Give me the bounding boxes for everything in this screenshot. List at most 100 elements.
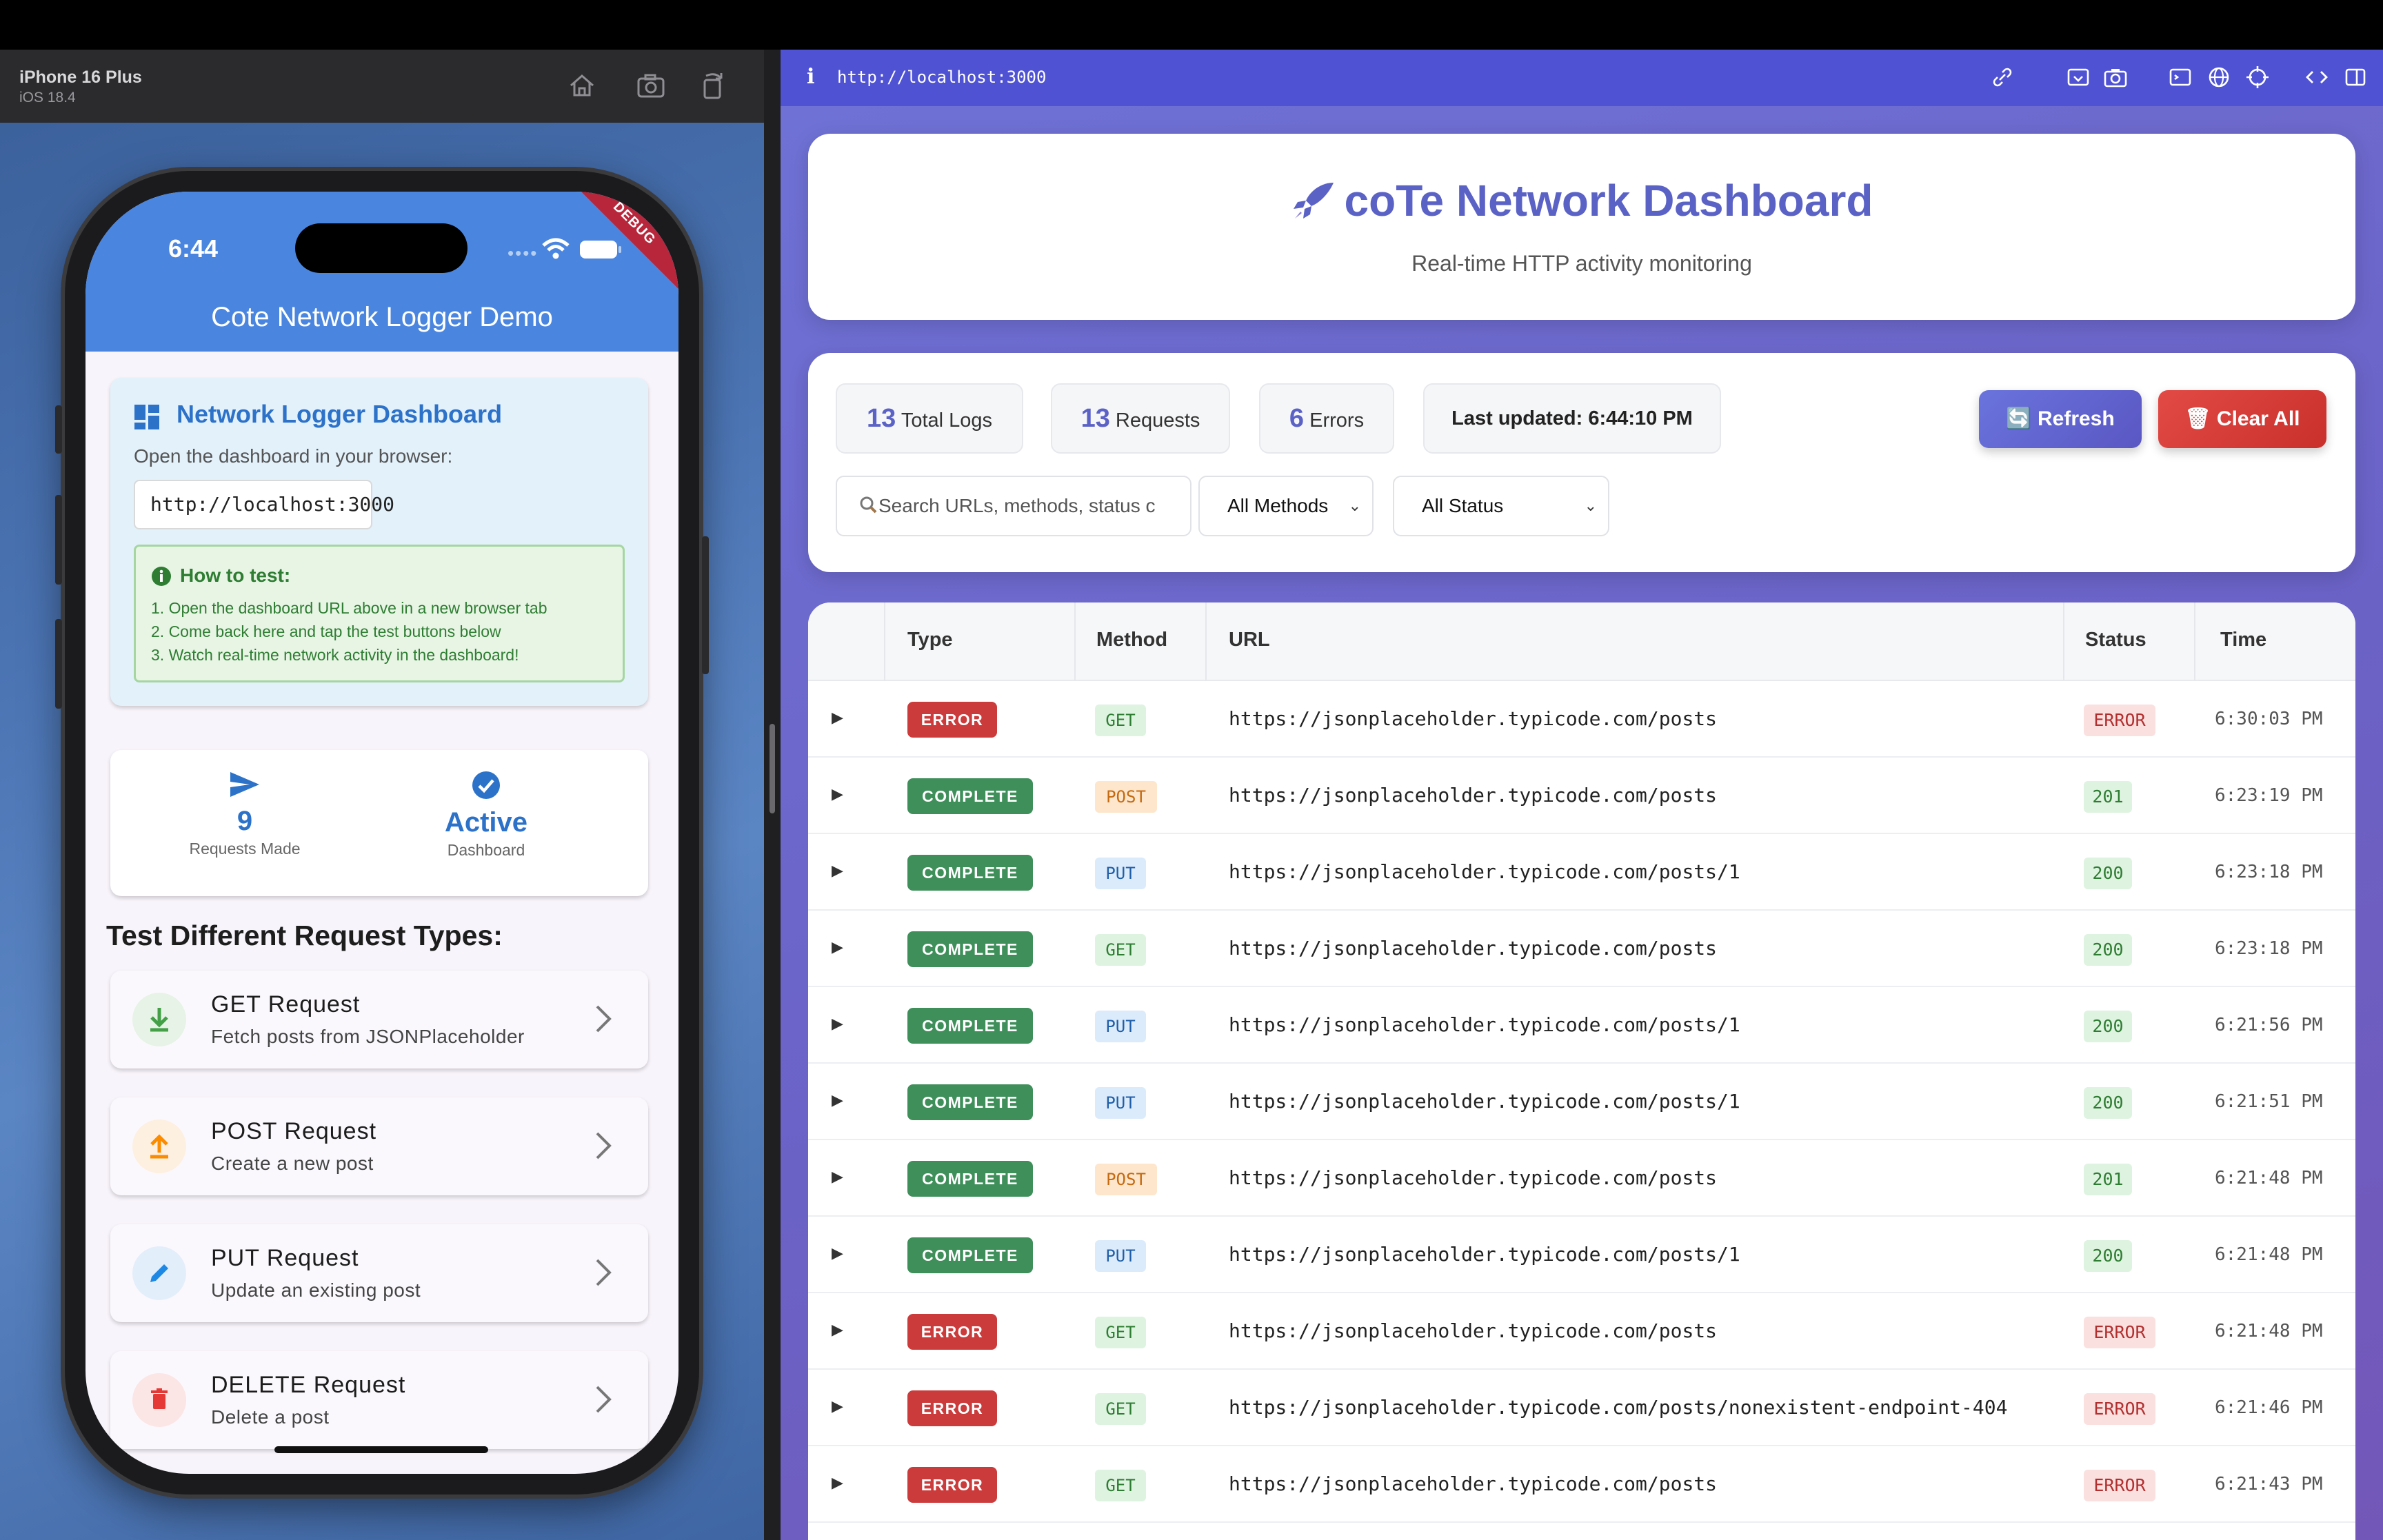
app-bar: 6:44 •••• DEBUG Cote Network Logger Demo <box>86 192 678 352</box>
delete-request-button[interactable]: DELETE Request Delete a post <box>110 1351 648 1449</box>
howto-box: How to test: 1. Open the dashboard URL a… <box>134 545 625 682</box>
table-row[interactable]: ▶ COMPLETE POST https://jsonplaceholder.typ… <box>808 1140 2355 1217</box>
total-logs-label: Total Logs <box>901 409 993 432</box>
dashboard-card-title: Network Logger Dashboard <box>177 400 503 428</box>
simulator-toolbar: iPhone 16 Plus iOS 18.4 <box>0 50 764 123</box>
method-badge: POST <box>1095 781 1157 813</box>
dashboard-icon <box>134 405 159 429</box>
request-time: 6:21:56 PM <box>2215 1015 2323 1035</box>
link-icon[interactable] <box>1989 63 2016 91</box>
globe-icon[interactable] <box>2205 63 2233 91</box>
screenshot-icon[interactable] <box>634 69 667 102</box>
expand-row-icon[interactable]: ▶ <box>832 1321 843 1339</box>
screenshot-icon[interactable] <box>2064 63 2092 91</box>
iphone-frame: 6:44 •••• DEBUG Cote Network Logger Demo <box>55 171 709 1495</box>
request-url: https://jsonplaceholder.typicode.com/pos… <box>1229 860 1740 883</box>
request-url: https://jsonplaceholder.typicode.com/pos… <box>1229 1396 2008 1419</box>
info-icon <box>152 567 171 586</box>
table-row[interactable]: ▶ ERROR GET https://jsonplaceholder.typicod… <box>808 681 2355 758</box>
table-row[interactable]: ▶ ERROR GET https://jsonplaceholder.typicod… <box>808 1293 2355 1370</box>
request-url: https://jsonplaceholder.typicode.com/pos… <box>1229 1243 1740 1266</box>
post-request-button[interactable]: POST Request Create a new post <box>110 1097 648 1195</box>
expand-row-icon[interactable]: ▶ <box>832 1244 843 1262</box>
put-request-button[interactable]: PUT Request Update an existing post <box>110 1224 648 1322</box>
column-type[interactable]: Type <box>907 629 953 651</box>
terminal-icon[interactable] <box>2166 63 2194 91</box>
chevron-right-icon <box>596 1132 612 1159</box>
table-row[interactable]: ▶ COMPLETE PUT https://jsonplaceholder.typi… <box>808 987 2355 1064</box>
table-row[interactable]: ▶ COMPLETE PUT https://jsonplaceholder.typi… <box>808 1217 2355 1293</box>
type-badge: COMPLETE <box>907 1161 1033 1197</box>
controls-panel: 13 Total Logs 13 Requests 6 Errors Last … <box>808 353 2355 572</box>
request-url: https://jsonplaceholder.typicode.com/pos… <box>1229 937 1718 960</box>
column-url[interactable]: URL <box>1229 629 1270 651</box>
method-badge: GET <box>1095 1317 1146 1348</box>
table-row[interactable]: ▶ COMPLETE PUT https://jsonplaceholder.typi… <box>808 1064 2355 1140</box>
rotate-icon[interactable] <box>696 69 730 102</box>
type-badge: ERROR <box>907 702 997 738</box>
column-method[interactable]: Method <box>1096 629 1167 651</box>
method-filter-select[interactable]: All Methods ⌄ <box>1198 476 1374 536</box>
errors-stat: 6 Errors <box>1259 383 1394 454</box>
phone-screen: 6:44 •••• DEBUG Cote Network Logger Demo <box>86 192 678 1474</box>
status-badge: 201 <box>2084 1164 2132 1195</box>
request-url: https://jsonplaceholder.typicode.com/pos… <box>1229 1013 1740 1036</box>
method-badge: PUT <box>1095 858 1146 889</box>
dashboard-url[interactable]: http://localhost:3000 <box>134 480 394 529</box>
get-request-button[interactable]: GET Request Fetch posts from JSONPlaceho… <box>110 971 648 1068</box>
table-row[interactable]: ▶ COMPLETE GET https://jsonplaceholder.typi… <box>808 911 2355 987</box>
expand-row-icon[interactable]: ▶ <box>832 785 843 803</box>
request-subtitle: Create a new post <box>211 1153 374 1174</box>
table-row[interactable]: ▶ COMPLETE PUT https://jsonplaceholder.typi… <box>808 834 2355 911</box>
split-handle[interactable] <box>770 724 775 813</box>
expand-row-icon[interactable]: ▶ <box>832 1397 843 1415</box>
expand-row-icon[interactable]: ▶ <box>832 862 843 880</box>
status-badge: 200 <box>2084 1011 2132 1042</box>
logs-table: Type Method URL Status Time ▶ ERROR GET htt… <box>808 602 2355 1540</box>
wifi-icon <box>542 238 570 259</box>
clear-all-button[interactable]: 🗑 Clear All <box>2158 390 2326 448</box>
table-row[interactable]: ▶ ERROR GET https://jsonplaceholder.typicod… <box>808 1446 2355 1523</box>
code-icon[interactable] <box>2303 63 2331 91</box>
section-title: Test Different Request Types: <box>106 920 503 951</box>
last-updated: Last updated: 6:44:10 PM <box>1423 383 1721 454</box>
status-filter-select[interactable]: All Status ⌄ <box>1393 476 1609 536</box>
refresh-button[interactable]: 🔄 Refresh <box>1979 390 2142 448</box>
app-title: Cote Network Logger Demo <box>211 302 553 332</box>
expand-row-icon[interactable]: ▶ <box>832 1474 843 1492</box>
dashboard-subtitle: Real-time HTTP activity monitoring <box>1411 251 1752 276</box>
total-logs-count: 13 <box>866 404 896 433</box>
expand-row-icon[interactable]: ▶ <box>832 1091 843 1109</box>
type-badge: COMPLETE <box>907 931 1033 967</box>
rocket-icon <box>1293 183 1334 219</box>
requests-label: Requests Made <box>189 840 301 858</box>
column-status[interactable]: Status <box>2085 629 2146 651</box>
info-icon[interactable]: i <box>807 65 814 89</box>
request-time: 6:21:46 PM <box>2215 1397 2323 1418</box>
target-icon[interactable] <box>2244 63 2271 91</box>
camera-icon[interactable] <box>2102 63 2129 91</box>
address-url[interactable]: http://localhost:3000 <box>837 68 1046 87</box>
type-badge: ERROR <box>907 1467 997 1503</box>
search-input[interactable]: Search URLs, methods, status c <box>836 476 1192 536</box>
trash-icon <box>132 1373 186 1427</box>
table-row[interactable]: ▶ COMPLETE POST https://jsonplaceholder.typ… <box>808 758 2355 834</box>
expand-row-icon[interactable]: ▶ <box>832 1015 843 1033</box>
os-version: iOS 18.4 <box>19 90 76 105</box>
expand-row-icon[interactable]: ▶ <box>832 938 843 956</box>
requests-stat: 13 Requests <box>1051 383 1230 454</box>
dashboard-title: coTe Network Dashboard <box>808 175 2355 226</box>
table-header: Type Method URL Status Time <box>808 602 2355 681</box>
request-subtitle: Fetch posts from JSONPlaceholder <box>211 1026 525 1047</box>
home-indicator[interactable] <box>274 1446 488 1453</box>
column-time[interactable]: Time <box>2220 629 2266 651</box>
request-url: https://jsonplaceholder.typicode.com/pos… <box>1229 1472 1718 1495</box>
table-row[interactable]: ▶ ERROR GET https://jsonplaceholder.typicod… <box>808 1370 2355 1446</box>
expand-row-icon[interactable]: ▶ <box>832 1168 843 1186</box>
sidebar-icon[interactable] <box>2342 63 2369 91</box>
chevron-right-icon <box>596 1259 612 1286</box>
expand-row-icon[interactable]: ▶ <box>832 709 843 727</box>
type-badge: COMPLETE <box>907 1237 1033 1273</box>
dashboard-title-text: coTe Network Dashboard <box>1344 176 1873 225</box>
home-icon[interactable] <box>565 69 599 102</box>
